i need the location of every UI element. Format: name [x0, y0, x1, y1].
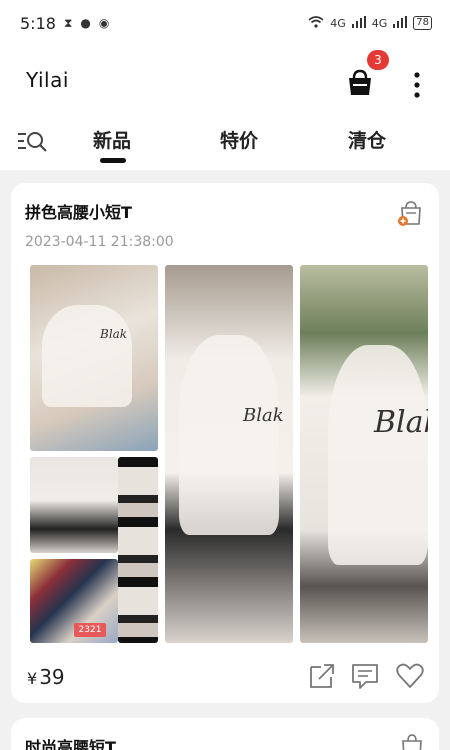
comment-icon[interactable]: [350, 661, 380, 691]
product-image-shirt: [179, 335, 279, 535]
tab-clearance[interactable]: 清仓: [348, 126, 386, 153]
heart-icon[interactable]: [395, 661, 425, 691]
product-date: 2023-04-11 21:38:00: [25, 234, 174, 250]
product-image[interactable]: Blak: [300, 265, 428, 643]
app-title: Yilai: [26, 68, 69, 92]
product-image[interactable]: [118, 457, 158, 643]
product-image-gallery[interactable]: Blak Blak Blak 2321: [30, 265, 428, 643]
image-brand-text: Blak: [100, 327, 128, 341]
tab-new[interactable]: 新品: [93, 126, 131, 153]
product-image[interactable]: Blak: [165, 265, 293, 643]
wechat-icon: ●: [80, 16, 91, 30]
price-currency: ¥: [27, 669, 38, 688]
product-image-shirt: [328, 345, 428, 565]
product-card[interactable]: 拼色高腰小短T 2023-04-11 21:38:00 Blak Blak Bl…: [11, 183, 439, 703]
hourglass-icon: ⧗: [63, 16, 73, 30]
product-image-shirt: [42, 305, 132, 408]
add-to-bag-icon[interactable]: [397, 199, 423, 227]
tab-bar: 新品 特价 清仓: [0, 116, 450, 170]
product-image[interactable]: 2321: [30, 559, 118, 643]
add-to-bag-icon[interactable]: [400, 732, 424, 750]
cart-count-badge: 3: [367, 50, 389, 70]
tab-sale[interactable]: 特价: [220, 126, 258, 153]
cart-icon[interactable]: [344, 68, 376, 98]
more-icon[interactable]: [410, 70, 424, 100]
network-label-1: 4G: [330, 16, 346, 30]
image-brand-text: Blak: [243, 405, 284, 426]
image-brand-text: Blak: [374, 405, 428, 440]
battery-indicator: 78: [413, 16, 432, 30]
product-image[interactable]: [30, 457, 118, 553]
product-card[interactable]: 时尚高腰短T: [11, 718, 439, 750]
price-value: 39: [39, 665, 65, 689]
search-icon[interactable]: [18, 128, 48, 154]
status-bar: 5:18 ⧗ ● ◉ 4G 4G 78: [0, 0, 450, 46]
tab-selected-indicator: [100, 158, 126, 163]
product-title[interactable]: 时尚高腰短T: [25, 734, 116, 750]
app-status-icon: ◉: [98, 16, 110, 30]
product-image[interactable]: Blak: [30, 265, 158, 451]
product-price: ¥39: [27, 665, 65, 689]
network-label-2: 4G: [371, 16, 388, 30]
image-count-badge: 2321: [74, 623, 106, 637]
share-icon[interactable]: [307, 661, 337, 691]
product-title[interactable]: 拼色高腰小短T: [25, 199, 132, 223]
status-time: 5:18: [20, 13, 56, 33]
wifi-icon: [308, 15, 324, 31]
signal-icon: [393, 15, 408, 31]
signal-icon: [351, 15, 366, 31]
